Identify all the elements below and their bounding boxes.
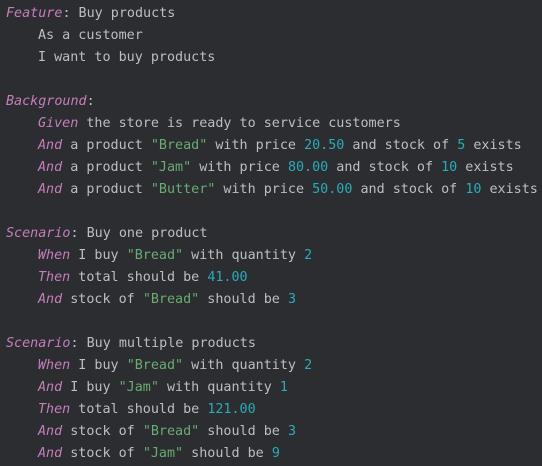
code-line[interactable]: And a product "Butter" with price 50.00 … <box>6 179 542 201</box>
code-editor[interactable]: Feature: Buy products As a customer I want… <box>0 0 542 466</box>
code-line[interactable]: And I buy "Jam" with quantity 1 <box>6 377 542 399</box>
code-line[interactable]: ​ <box>6 69 542 91</box>
code-text: should be <box>199 424 288 439</box>
code-text: stock of <box>62 424 143 439</box>
number-literal: 41.00 <box>207 270 248 285</box>
code-text: a product <box>62 160 151 175</box>
number-literal: 2 <box>304 358 313 373</box>
gherkin-keyword: And <box>38 292 63 307</box>
code-text: the store is ready to service customers <box>78 116 401 131</box>
number-literal: 9 <box>271 446 280 461</box>
code-line[interactable]: I want to buy products <box>6 47 542 69</box>
code-text: As a customer <box>38 28 143 43</box>
code-text: I buy <box>70 248 127 263</box>
code-text: total should be <box>70 270 208 285</box>
code-line[interactable]: ​ <box>6 201 542 223</box>
number-literal: 1 <box>279 380 288 395</box>
number-literal: 80.00 <box>287 160 329 175</box>
code-text: should be <box>199 292 288 307</box>
code-text: : Buy products <box>62 6 176 21</box>
code-line[interactable]: And stock of "Jam" should be 9 <box>6 443 542 465</box>
gherkin-keyword: And <box>38 380 63 395</box>
string-literal: "Bread" <box>126 248 184 263</box>
code-text: I buy <box>70 358 127 373</box>
string-literal: "Jam" <box>150 160 192 175</box>
code-line[interactable]: When I buy "Bread" with quantity 2 <box>6 245 542 267</box>
code-line[interactable]: And a product "Jam" with price 80.00 and… <box>6 157 542 179</box>
code-line[interactable]: Scenario: Buy multiple products <box>6 333 542 355</box>
number-literal: 3 <box>287 424 296 439</box>
code-line[interactable]: And stock of "Bread" should be 3 <box>6 421 542 443</box>
gherkin-keyword: When <box>38 358 71 373</box>
code-line[interactable]: And a product "Bread" with price 20.50 a… <box>6 135 542 157</box>
code-text: exists <box>465 138 522 153</box>
gherkin-keyword: Given <box>38 116 79 131</box>
code-text: stock of <box>62 446 143 461</box>
gherkin-keyword: And <box>38 446 63 461</box>
code-text: with quantity <box>183 248 305 263</box>
code-line[interactable]: Then total should be 41.00 <box>6 267 542 289</box>
number-literal: 2 <box>304 248 313 263</box>
string-literal: "Butter" <box>150 182 216 197</box>
gherkin-keyword: And <box>38 160 63 175</box>
code-text: : Buy one product <box>70 226 208 241</box>
code-line[interactable]: Background: <box>6 91 542 113</box>
string-literal: "Bread" <box>142 424 200 439</box>
string-literal: "Jam" <box>118 380 159 395</box>
code-text: : <box>86 94 95 109</box>
number-literal: 121.00 <box>207 402 256 417</box>
string-literal: "Bread" <box>142 292 200 307</box>
string-literal: "Bread" <box>150 138 208 153</box>
code-line[interactable]: Then total should be 121.00 <box>6 399 542 421</box>
string-literal: "Jam" <box>142 446 184 461</box>
code-line[interactable]: When I buy "Bread" with quantity 2 <box>6 355 542 377</box>
code-line[interactable]: Given the store is ready to service cust… <box>6 113 542 135</box>
code-text: and stock of <box>352 182 466 197</box>
number-literal: 3 <box>287 292 296 307</box>
code-text: a product <box>62 182 151 197</box>
gherkin-keyword: Then <box>38 402 71 417</box>
string-literal: "Bread" <box>126 358 184 373</box>
code-text: exists <box>481 182 538 197</box>
gherkin-keyword: Feature <box>6 6 63 21</box>
gherkin-keyword: Then <box>38 270 71 285</box>
code-text: with price <box>191 160 288 175</box>
number-literal: 20.50 <box>304 138 345 153</box>
code-text: should be <box>183 446 272 461</box>
gherkin-keyword: And <box>38 138 63 153</box>
gherkin-keyword: Scenario <box>6 336 71 351</box>
code-text: a product <box>62 138 151 153</box>
code-line[interactable]: And stock of "Bread" should be 3 <box>6 289 542 311</box>
code-line[interactable]: ​ <box>6 311 542 333</box>
code-text: with quantity <box>158 380 280 395</box>
code-text: and stock of <box>344 138 458 153</box>
code-text: and stock of <box>328 160 442 175</box>
code-line[interactable]: Scenario: Buy one product <box>6 223 542 245</box>
code-text: with quantity <box>183 358 305 373</box>
number-literal: 10 <box>465 182 482 197</box>
gherkin-keyword: Background <box>6 94 87 109</box>
number-literal: 10 <box>441 160 458 175</box>
code-line[interactable]: Feature: Buy products <box>6 3 542 25</box>
code-text: stock of <box>62 292 143 307</box>
gherkin-keyword: And <box>38 182 63 197</box>
code-text: with price <box>215 182 313 197</box>
code-text: total should be <box>70 402 208 417</box>
number-literal: 50.00 <box>312 182 353 197</box>
code-text: exists <box>457 160 514 175</box>
gherkin-keyword: When <box>38 248 71 263</box>
gherkin-keyword: And <box>38 424 63 439</box>
code-text: with price <box>207 138 305 153</box>
code-line[interactable]: As a customer <box>6 25 542 47</box>
gherkin-keyword: Scenario <box>6 226 71 241</box>
code-text: I want to buy products <box>38 50 216 65</box>
code-text: I buy <box>62 380 119 395</box>
code-text: : Buy multiple products <box>70 336 256 351</box>
